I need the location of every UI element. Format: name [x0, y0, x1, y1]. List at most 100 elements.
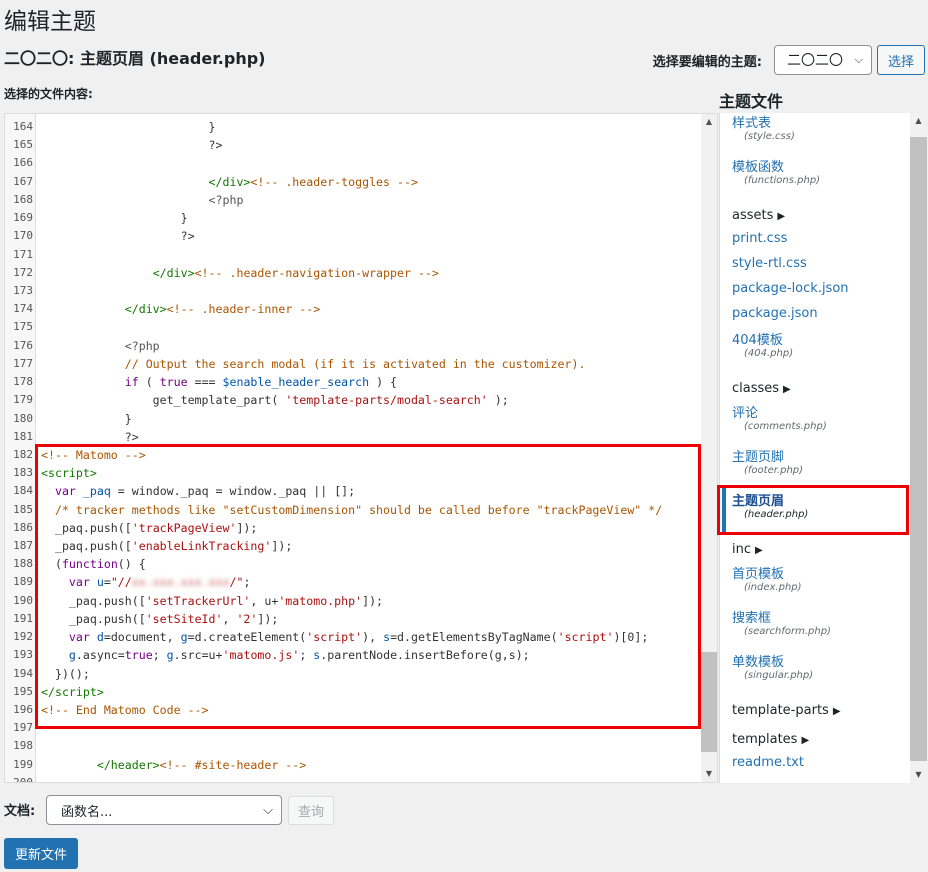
scroll-up-icon[interactable]: ▲ [910, 113, 927, 129]
code-line[interactable]: 170 ?> [5, 227, 705, 245]
sidebar-title: 主题文件 [719, 92, 784, 111]
editor-scrollbar[interactable]: ▲ ▼ [701, 114, 717, 782]
line-code[interactable]: // Output the search modal (if it is act… [41, 355, 586, 373]
line-number: 198 [13, 739, 33, 753]
file-link[interactable]: 评论 [732, 402, 907, 421]
code-line[interactable]: 166 [5, 154, 705, 172]
line-code[interactable]: } [41, 209, 188, 227]
line-code[interactable]: } [41, 410, 132, 428]
line-number: 181 [13, 429, 33, 443]
sidebar-folder[interactable]: classes ▶ [732, 373, 907, 402]
code-line[interactable]: 169 } [5, 209, 705, 227]
line-code[interactable]: get_template_part( 'template-parts/modal… [41, 391, 509, 409]
line-code[interactable]: } [41, 118, 216, 136]
code-line[interactable]: 174 </div><!-- .header-inner --> [5, 300, 705, 318]
line-number: 194 [13, 666, 33, 680]
folder-label[interactable]: inc ▶ [732, 542, 907, 557]
code-line[interactable]: 173 [5, 282, 705, 300]
file-link[interactable]: 模板函数 [732, 156, 907, 175]
file-link[interactable]: 主题页脚 [732, 446, 907, 465]
line-code[interactable]: ?> [41, 136, 223, 154]
folder-label[interactable]: template-parts ▶ [732, 703, 907, 718]
line-number: 190 [13, 593, 33, 607]
code-line[interactable]: 198 [5, 737, 705, 755]
code-line[interactable]: 164 } [5, 118, 705, 136]
sidebar-file[interactable]: 评论 (comments.php) [732, 402, 907, 446]
code-line[interactable]: 171 [5, 246, 705, 264]
code-line[interactable]: 172 </div><!-- .header-navigation-wrappe… [5, 264, 705, 282]
file-link[interactable]: 搜索框 [732, 607, 907, 626]
sidebar-file[interactable]: 主题页脚 (footer.php) [732, 446, 907, 490]
scroll-down-icon[interactable]: ▼ [701, 766, 717, 782]
line-code[interactable]: ?> [41, 227, 195, 245]
sidebar-folder[interactable]: template-parts ▶ [732, 695, 907, 724]
file-link[interactable]: 单数模板 [732, 651, 907, 670]
scroll-down-icon[interactable]: ▼ [910, 767, 927, 783]
folder-label[interactable]: templates ▶ [732, 732, 907, 747]
update-file-button[interactable]: 更新文件 [4, 838, 78, 869]
file-link[interactable]: 样式表 [732, 113, 907, 131]
line-code[interactable]: </div><!-- .header-toggles --> [41, 173, 418, 191]
sidebar-folder[interactable]: inc ▶ [732, 534, 907, 563]
code-line[interactable]: 200 [5, 774, 705, 782]
line-code[interactable]: </header><!-- #site-header --> [41, 756, 306, 774]
sidebar-file[interactable]: 模板函数 (functions.php) [732, 156, 907, 200]
code-line[interactable]: 168 <?php [5, 191, 705, 209]
file-link[interactable]: style-rtl.css [732, 256, 907, 271]
file-link[interactable]: package.json [732, 306, 907, 321]
code-line[interactable]: 179 get_template_part( 'template-parts/m… [5, 391, 705, 409]
sidebar-file[interactable]: 404模板 (404.php) [732, 329, 907, 373]
line-number: 176 [13, 338, 33, 352]
line-number: 184 [13, 484, 33, 498]
line-number: 195 [13, 684, 33, 698]
sidebar-file[interactable]: package.json [732, 304, 907, 329]
select-theme-button[interactable]: 选择 [876, 45, 925, 75]
scroll-thumb[interactable] [701, 652, 717, 752]
line-code[interactable]: <?php [41, 191, 244, 209]
file-link[interactable]: print.css [732, 231, 907, 246]
sidebar-folder[interactable]: templates ▶ [732, 724, 907, 753]
sidebar-file[interactable]: readme.txt [732, 753, 907, 778]
code-line[interactable]: 176 <?php [5, 337, 705, 355]
sidebar-file[interactable]: print.css [732, 229, 907, 254]
sidebar-file[interactable]: 首页模板 (index.php) [732, 563, 907, 607]
sidebar-scrollbar[interactable]: ▲ ▼ [910, 113, 927, 783]
code-line[interactable]: 177 // Output the search modal (if it is… [5, 355, 705, 373]
code-line[interactable]: 180 } [5, 410, 705, 428]
line-number: 180 [13, 411, 33, 425]
scroll-up-icon[interactable]: ▲ [701, 114, 717, 130]
line-code[interactable]: </div><!-- .header-inner --> [41, 300, 320, 318]
sidebar-file[interactable]: 单数模板 (singular.php) [732, 651, 907, 695]
folder-label[interactable]: classes ▶ [732, 381, 907, 396]
sidebar-file[interactable]: style-rtl.css [732, 254, 907, 279]
line-number: 188 [13, 557, 33, 571]
code-line[interactable]: 167 </div><!-- .header-toggles --> [5, 173, 705, 191]
theme-select[interactable]: 二〇二〇 ⌵ [773, 45, 872, 75]
query-button[interactable]: 查询 [288, 796, 334, 825]
caret-right-icon: ▶ [832, 706, 841, 717]
line-code[interactable]: <?php [41, 337, 160, 355]
scroll-thumb[interactable] [910, 137, 927, 761]
code-line[interactable]: 165 ?> [5, 136, 705, 154]
file-link[interactable]: package-lock.json [732, 281, 907, 296]
line-number: 169 [13, 211, 33, 225]
sidebar-file[interactable]: 样式表 (style.css) [732, 113, 907, 156]
function-select[interactable]: 函数名... ⌵ [46, 795, 282, 825]
code-line[interactable]: 178 if ( true === $enable_header_search … [5, 373, 705, 391]
folder-label[interactable]: assets ▶ [732, 208, 907, 223]
line-number: 172 [13, 265, 33, 279]
file-name: (style.css) [744, 131, 795, 142]
file-link[interactable]: readme.txt [732, 755, 907, 770]
line-code[interactable]: </div><!-- .header-navigation-wrapper --… [41, 264, 439, 282]
line-number: 191 [13, 611, 33, 625]
file-link[interactable]: 404模板 [732, 329, 907, 348]
line-number: 192 [13, 630, 33, 644]
sidebar-folder[interactable]: assets ▶ [732, 200, 907, 229]
line-number: 173 [13, 283, 33, 297]
code-line[interactable]: 199 </header><!-- #site-header --> [5, 756, 705, 774]
file-link[interactable]: 首页模板 [732, 563, 907, 582]
code-line[interactable]: 175 [5, 318, 705, 336]
sidebar-file[interactable]: 搜索框 (searchform.php) [732, 607, 907, 651]
line-code[interactable]: if ( true === $enable_header_search ) { [41, 373, 397, 391]
sidebar-file[interactable]: package-lock.json [732, 279, 907, 304]
